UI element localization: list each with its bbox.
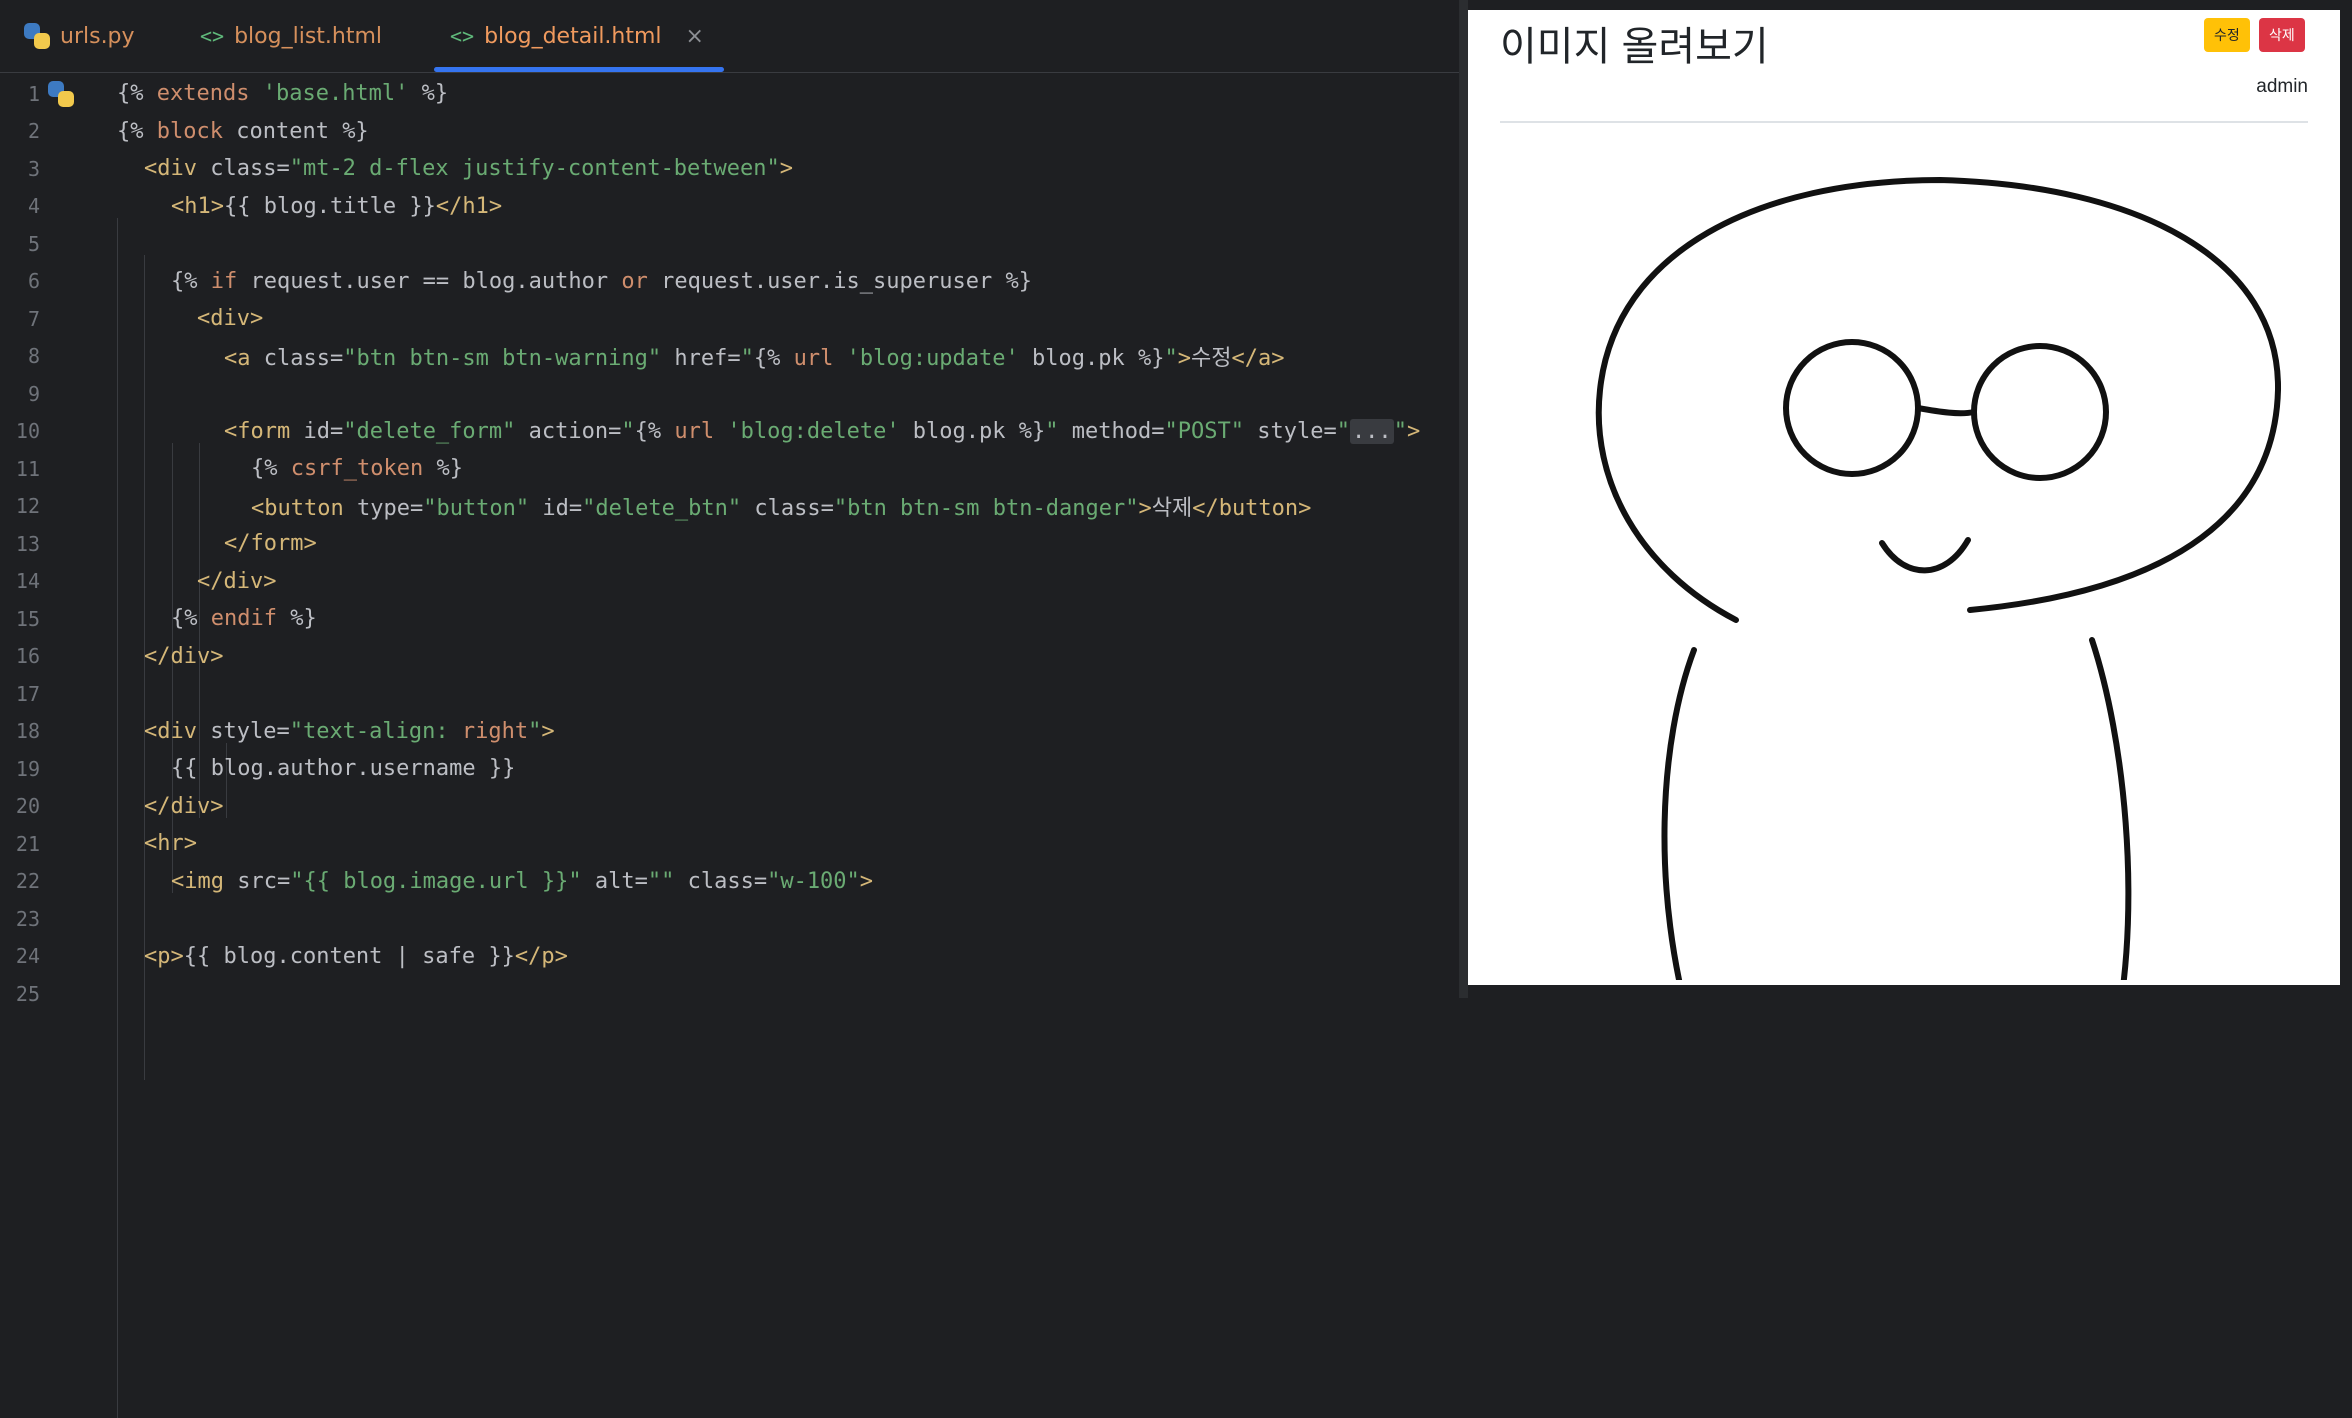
code-text: <div style="text-align: right"> [144,718,555,744]
line-number: 11 [15,456,40,481]
code-text: {% block content %} [117,118,369,144]
delete-button[interactable]: 삭제 [2259,18,2305,52]
code-line: 8 <a class="btn btn-sm btn-warning" href… [0,338,1459,376]
tab-urls-py[interactable]: urls.py [24,0,135,72]
folded-region[interactable]: ... [1349,418,1394,444]
code-area[interactable]: 1 {% extends 'base.html' %} 2 {% block c… [0,75,1459,1418]
blog-image [1595,176,2282,980]
code-text: <form id="delete_form" action="{% url 'b… [224,418,1421,444]
tab-label: blog_detail.html [484,23,662,49]
code-editor[interactable]: urls.py <> blog_list.html <> blog_detail… [0,0,1459,1418]
pane-divider[interactable] [1459,0,1468,998]
code-text: <p>{{ blog.content | safe }}</p> [144,943,568,969]
line-number: 5 [27,231,40,256]
line-number: 12 [15,494,40,519]
tab-label: blog_list.html [234,23,383,49]
code-line: 13 </form> [0,525,1459,563]
html-file-icon: <> [450,24,475,48]
code-line: 10 <form id="delete_form" action="{% url… [0,413,1459,451]
python-file-icon [24,23,50,49]
line-number: 24 [15,944,40,969]
code-text: <button type="button" id="delete_btn" cl… [251,496,1312,522]
line-number: 20 [15,794,40,819]
code-line: 17 [0,675,1459,713]
browser-preview: 이미지 올려보기 수정 삭제 admin [1468,10,2340,985]
line-number: 8 [27,344,40,369]
line-number: 14 [15,569,40,594]
code-text: {% extends 'base.html' %} [117,81,449,107]
code-text: </form> [224,531,317,557]
code-line: 5 [0,225,1459,263]
code-text: <img src="{{ blog.image.url }}" alt="" c… [171,868,874,894]
code-line: 25 [0,975,1459,1013]
line-number: 21 [15,831,40,856]
code-line: 24 <p>{{ blog.content | safe }}</p> [0,938,1459,976]
line-number: 22 [15,869,40,894]
code-line: 1 {% extends 'base.html' %} [0,75,1459,113]
code-line: 4 <h1>{{ blog.title }}</h1> [0,188,1459,226]
edit-button[interactable]: 수정 [2204,18,2250,52]
line-number: 7 [27,306,40,331]
code-text: <div class="mt-2 d-flex justify-content-… [144,156,794,182]
code-text: </div> [197,568,277,594]
line-number: 17 [15,681,40,706]
line-number: 16 [15,644,40,669]
code-text: </div> [144,793,224,819]
editor-tab-bar: urls.py <> blog_list.html <> blog_detail… [0,0,1459,73]
python-gutter-icon[interactable] [48,81,74,107]
code-line: 11 {% csrf_token %} [0,450,1459,488]
page-title: 이미지 올려보기 [1500,25,1769,69]
code-line: 12 <button type="button" id="delete_btn"… [0,488,1459,526]
code-line: 3 <div class="mt-2 d-flex justify-conten… [0,150,1459,188]
code-line: 7 <div> [0,300,1459,338]
line-number: 19 [15,756,40,781]
code-text: </div> [144,643,224,669]
line-number: 4 [27,194,40,219]
code-text: {% if request.user == blog.author or req… [171,268,1032,294]
code-text: <hr> [144,831,197,857]
line-number: 2 [27,119,40,144]
line-number: 10 [15,419,40,444]
code-line: 15 {% endif %} [0,600,1459,638]
author-name: admin [2256,76,2308,97]
code-text: {% csrf_token %} [251,456,463,482]
code-line: 6 {% if request.user == blog.author or r… [0,263,1459,301]
code-line: 9 [0,375,1459,413]
tab-blog-detail-html[interactable]: <> blog_detail.html × [434,0,724,72]
line-number: 6 [27,269,40,294]
line-number: 9 [27,381,40,406]
close-tab-icon[interactable]: × [686,24,704,49]
code-text: <a class="btn btn-sm btn-warning" href="… [224,346,1285,372]
divider-line [1500,121,2308,123]
code-line: 22 <img src="{{ blog.image.url }}" alt="… [0,863,1459,901]
code-line: 2 {% block content %} [0,113,1459,151]
code-text: {{ blog.author.username }} [171,756,516,782]
code-line: 20 </div> [0,788,1459,826]
line-number: 18 [15,719,40,744]
line-number: 23 [15,906,40,931]
code-text: {% endif %} [171,606,317,632]
code-text: <div> [197,306,264,332]
line-number: 13 [15,531,40,556]
tab-label: urls.py [60,23,135,49]
line-number: 3 [27,156,40,181]
code-text: <h1>{{ blog.title }}</h1> [171,193,503,219]
tab-blog-list-html[interactable]: <> blog_list.html [200,0,382,72]
code-line: 23 [0,900,1459,938]
code-line: 18 <div style="text-align: right"> [0,713,1459,751]
code-line: 14 </div> [0,563,1459,601]
code-line: 16 </div> [0,638,1459,676]
code-line: 19 {{ blog.author.username }} [0,750,1459,788]
line-number: 1 [27,81,40,106]
html-file-icon: <> [200,24,225,48]
line-number: 25 [15,981,40,1006]
code-line: 21 <hr> [0,825,1459,863]
line-number: 15 [15,606,40,631]
